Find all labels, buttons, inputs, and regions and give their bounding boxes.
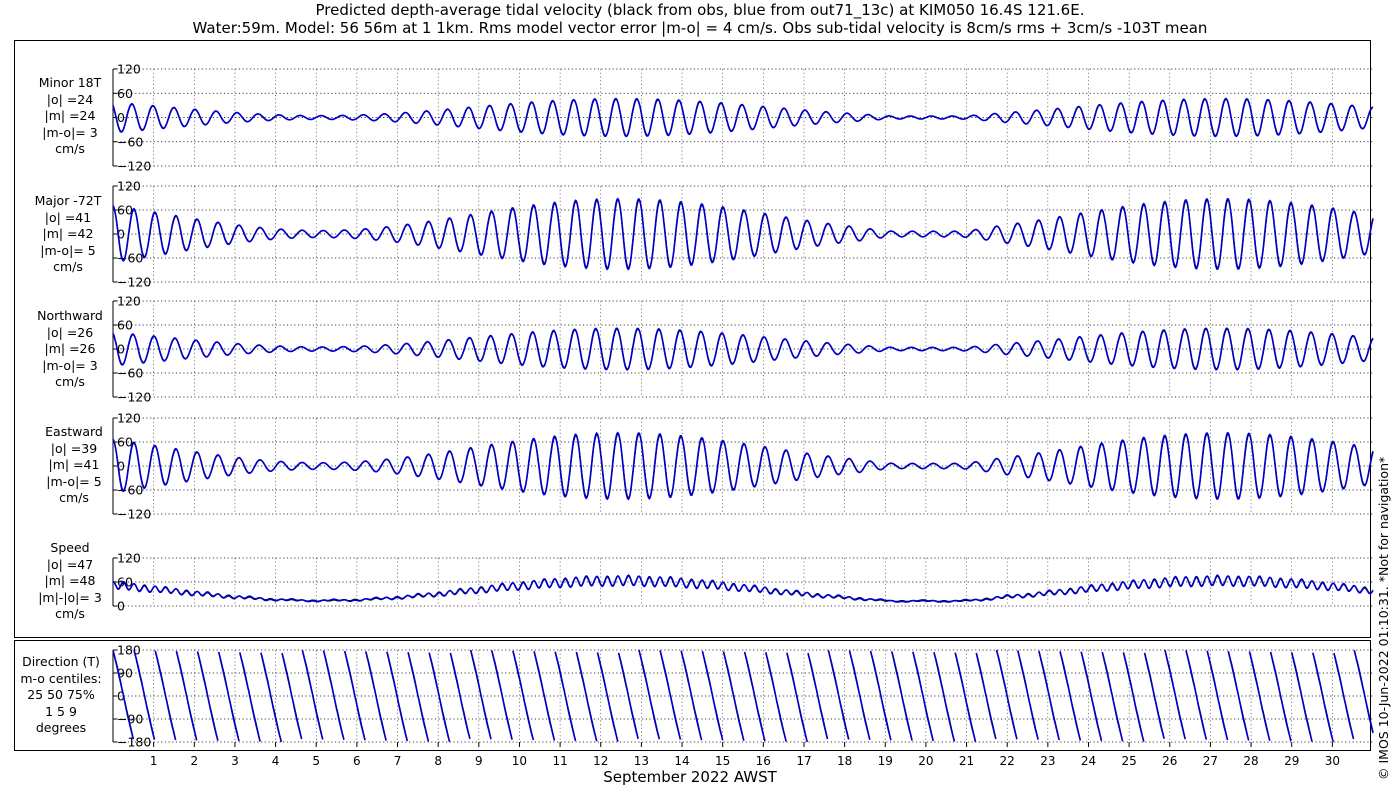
panel-label-line: Major -72T bbox=[34, 193, 102, 208]
x-tick-label: 27 bbox=[1203, 754, 1218, 768]
panel-label-line: cm/s bbox=[55, 606, 85, 621]
x-tick-label: 12 bbox=[593, 754, 608, 768]
x-tick-label: 15 bbox=[715, 754, 730, 768]
panel-label-line: |m| =42 bbox=[42, 226, 94, 241]
x-tick-label: 30 bbox=[1325, 754, 1340, 768]
panel-label-line: Minor 18T bbox=[38, 75, 102, 90]
panel-label-line: |m| =26 bbox=[44, 341, 96, 356]
x-tick-label: 16 bbox=[756, 754, 771, 768]
panel-label-line: |o| =41 bbox=[44, 209, 92, 225]
x-tick-label: 2 bbox=[190, 754, 198, 768]
panel-label-line: |o| =24 bbox=[46, 91, 94, 107]
x-tick-label: 29 bbox=[1284, 754, 1299, 768]
x-tick-label: 1 bbox=[150, 754, 158, 768]
x-tick-label: 6 bbox=[353, 754, 361, 768]
x-tick-label: 20 bbox=[918, 754, 933, 768]
y-tick-label: 60 bbox=[117, 203, 133, 218]
panel-label-eastward: Eastward |o| =39 |m| =41 |m-o|= 5 cm/s bbox=[24, 424, 124, 507]
panel-label-major: Major -72T |o| =41 |m| =42 |m-o|= 5 cm/s bbox=[18, 193, 118, 276]
x-tick-label: 10 bbox=[512, 754, 527, 768]
x-tick-label: 3 bbox=[231, 754, 239, 768]
x-tick-label: 28 bbox=[1243, 754, 1258, 768]
x-tick-label: 24 bbox=[1081, 754, 1096, 768]
y-tick-label: 120 bbox=[117, 551, 141, 566]
panel-label-line: Direction (T) bbox=[22, 654, 100, 669]
panel-label-speed: Speed |o| =47 |m| =48 |m|-|o|= 3 cm/s bbox=[20, 540, 120, 623]
panel-label-line: |o| =39 bbox=[50, 440, 98, 456]
panel-label-line: |o| =47 bbox=[46, 556, 94, 572]
x-tick-label: 22 bbox=[1000, 754, 1015, 768]
x-tick-label: 13 bbox=[634, 754, 649, 768]
panel-label-line: Eastward bbox=[45, 424, 103, 439]
y-tick-label: −120 bbox=[117, 275, 151, 290]
y-tick-label: −120 bbox=[117, 159, 151, 174]
x-tick-label: 18 bbox=[837, 754, 852, 768]
x-tick-label: 5 bbox=[312, 754, 320, 768]
panel-label-line: |m-o|= 3 bbox=[42, 357, 98, 373]
panel-label-line: m-o centiles: bbox=[20, 670, 102, 686]
panel-label-line: degrees bbox=[35, 720, 87, 735]
x-tick-label: 26 bbox=[1162, 754, 1177, 768]
y-tick-label: −60 bbox=[117, 366, 143, 381]
panel-label-direction: Direction (T) m-o centiles: 25 50 75% 1 … bbox=[11, 654, 111, 737]
y-tick-label: 120 bbox=[117, 294, 141, 309]
panel-label-line: |m|-|o|= 3 bbox=[38, 589, 102, 605]
panel-label-minor: Minor 18T |o| =24 |m| =24 |m-o|= 3 cm/s bbox=[20, 75, 120, 158]
x-tick-label: 7 bbox=[394, 754, 402, 768]
panel-label-line: Northward bbox=[37, 308, 103, 323]
x-tick-label: 17 bbox=[796, 754, 811, 768]
panel-label-line: |m| =48 bbox=[44, 573, 96, 588]
panel-label-northward: Northward |o| =26 |m| =26 |m-o|= 3 cm/s bbox=[20, 308, 120, 391]
copyright-credit: © IMOS 10-Jun-2022 01:10:31. *Not for na… bbox=[1376, 456, 1391, 780]
panel-label-line: |o| =26 bbox=[46, 324, 94, 340]
panel-label-line: |m-o|= 3 bbox=[42, 124, 98, 140]
panel-label-line: |m-o|= 5 bbox=[46, 473, 102, 489]
x-axis-label: September 2022 AWST bbox=[603, 768, 777, 786]
y-tick-label: −120 bbox=[117, 507, 151, 522]
series-line-model bbox=[112, 574, 1374, 603]
y-tick-label: 120 bbox=[117, 179, 141, 194]
panel-label-line: |m| =41 bbox=[48, 457, 100, 472]
panel-label-line: |m-o|= 5 bbox=[40, 242, 96, 258]
x-tick-label: 14 bbox=[674, 754, 689, 768]
x-tick-label: 9 bbox=[475, 754, 483, 768]
panel-label-line: Speed bbox=[50, 540, 90, 555]
x-tick-label: 21 bbox=[959, 754, 974, 768]
tidal-velocity-chart: −120−60060120−120−60060120−120−60060120−… bbox=[14, 40, 1374, 768]
x-tick-label: 19 bbox=[878, 754, 893, 768]
panel-label-line: cm/s bbox=[55, 141, 85, 156]
x-tick-label: 25 bbox=[1121, 754, 1136, 768]
y-tick-label: 180 bbox=[117, 643, 141, 658]
y-tick-label: −120 bbox=[117, 390, 151, 405]
y-tick-label: −60 bbox=[117, 134, 143, 149]
x-tick-label: 11 bbox=[552, 754, 567, 768]
panel-label-line: |m| =24 bbox=[44, 108, 96, 123]
panel-label-line: cm/s bbox=[55, 374, 85, 389]
panel-label-line: 25 50 75% bbox=[27, 687, 95, 702]
x-tick-label: 8 bbox=[434, 754, 442, 768]
panel-label-line: cm/s bbox=[59, 490, 89, 505]
panel-label-line: cm/s bbox=[53, 259, 83, 274]
x-tick-label: 4 bbox=[272, 754, 280, 768]
x-tick-label: 23 bbox=[1040, 754, 1055, 768]
y-tick-label: −180 bbox=[117, 735, 151, 750]
panel-label-line: 1 5 9 bbox=[45, 703, 77, 719]
y-tick-label: 120 bbox=[117, 62, 141, 77]
